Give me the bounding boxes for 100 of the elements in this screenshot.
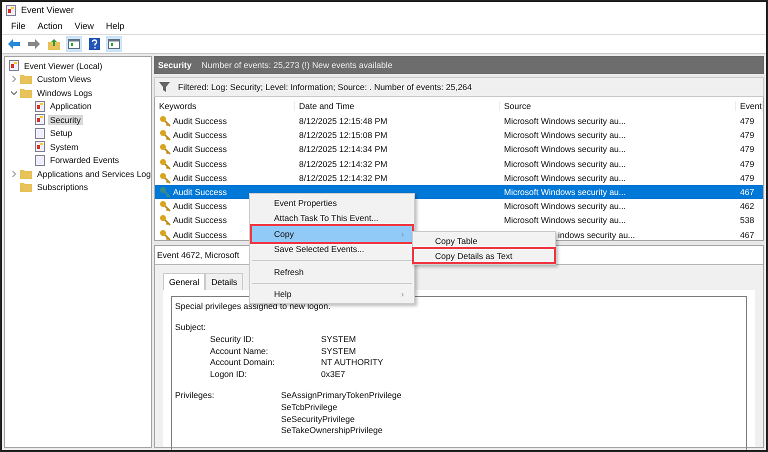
pane-icon: [68, 39, 80, 49]
table-cell[interactable]: Audit Success: [173, 144, 227, 154]
menu-item[interactable]: Attach Task To This Event...: [252, 210, 412, 226]
window-title: Event Viewer: [21, 5, 74, 15]
column-header[interactable]: Date and Time: [295, 100, 500, 110]
field-value: SeSecurityPrivilege: [281, 414, 355, 424]
page-icon: [35, 128, 45, 139]
tree-item[interactable]: Security: [48, 114, 83, 125]
table-cell: Microsoft Windows security au...: [504, 116, 626, 126]
filter-icon: [159, 82, 170, 92]
key-icon: [159, 200, 171, 212]
table-cell: Microsoft Windows security au...: [504, 158, 626, 169]
column-header[interactable]: Source: [500, 100, 736, 110]
key-icon: [159, 129, 171, 142]
table-cell[interactable]: Audit Success: [173, 130, 227, 140]
forward-button[interactable]: [26, 36, 42, 52]
table-cell[interactable]: Audit Success: [173, 172, 227, 183]
tree-item[interactable]: Forwarded Events: [48, 155, 121, 166]
field-value: NT AUTHORITY: [321, 357, 384, 368]
menu-item[interactable]: Action: [32, 21, 68, 31]
folder-icon: [20, 168, 32, 179]
table-cell: 8/12/2025 12:14:34 PM: [299, 144, 388, 154]
pane-icon: [108, 39, 120, 49]
table-cell: Microsoft Windows security au...: [504, 172, 626, 183]
field-value: SeTcbPrivilege: [281, 402, 338, 412]
tree-item[interactable]: Subscriptions: [35, 182, 90, 192]
field-name: Privileges:: [175, 390, 216, 400]
log-icon: [6, 4, 16, 16]
help-icon: [88, 38, 100, 50]
table-cell: Microsoft Windows security au...: [504, 187, 626, 198]
menu-item[interactable]: Help: [100, 21, 130, 31]
details-line: Subject:: [175, 322, 206, 332]
key-icon: [159, 214, 171, 226]
collapse-icon[interactable]: [11, 90, 17, 96]
menu-item[interactable]: Copy Table: [413, 233, 555, 248]
tree-item[interactable]: Application: [48, 101, 94, 112]
menu-item[interactable]: Help ›: [252, 286, 412, 302]
log-icon: [35, 100, 45, 112]
table-cell: Microsoft Windows security au...: [504, 144, 626, 154]
menu-item[interactable]: Refresh: [252, 264, 412, 280]
expand-icon[interactable]: [11, 170, 17, 177]
key-icon: [159, 115, 171, 128]
tree-item[interactable]: Event Viewer (Local): [22, 60, 104, 71]
submenu-arrow: ›: [401, 228, 404, 239]
toolbar-button[interactable]: [66, 36, 82, 52]
key-icon: [159, 172, 171, 184]
table-cell: 8/12/2025 12:14:32 PM: [299, 158, 388, 169]
menu-item[interactable]: File: [6, 21, 31, 31]
column-header[interactable]: Keywords: [155, 100, 295, 110]
table-cell[interactable]: Audit Success: [173, 215, 227, 226]
table-cell: 467: [740, 230, 754, 240]
column-header[interactable]: Event: [736, 100, 763, 110]
page-icon: [35, 154, 45, 166]
event-count: Number of events: 25,273 (!) New events available: [202, 60, 392, 70]
toolbar-button[interactable]: [46, 36, 62, 52]
table-cell[interactable]: Audit Success: [173, 201, 227, 212]
tree-item[interactable]: Applications and Services Log: [35, 168, 151, 179]
field-name: Account Domain:: [210, 357, 276, 368]
table-cell[interactable]: Audit Success: [173, 116, 227, 126]
table-cell: 479: [740, 116, 754, 126]
menu-item[interactable]: Save Selected Events...: [252, 242, 412, 257]
tree-item[interactable]: Setup: [48, 128, 74, 138]
table-cell: 538: [740, 215, 754, 226]
table-cell: Microsoft Windows security au...: [504, 130, 626, 140]
menu-item[interactable]: Copy ›: [252, 226, 412, 242]
table-cell[interactable]: Audit Success: [173, 158, 227, 169]
tree-item[interactable]: System: [48, 142, 80, 152]
table-cell: 479: [740, 172, 754, 183]
filter-text: Filtered: Log: Security; Level: Information; Source: . Number of events: 25,264: [178, 82, 472, 92]
menu-item[interactable]: Event Properties: [252, 195, 412, 210]
folder-icon: [20, 88, 32, 98]
back-arrow-icon: [8, 39, 20, 49]
tree-item[interactable]: Custom Views: [35, 74, 94, 84]
menu-item[interactable]: View: [70, 21, 99, 31]
help-button[interactable]: [86, 36, 102, 52]
table-cell: Microsoft Windows security au...: [504, 201, 626, 212]
submenu-arrow: ›: [401, 289, 404, 300]
key-icon: [159, 158, 171, 170]
field-value: SYSTEM: [321, 334, 356, 344]
menu-item[interactable]: Copy Details as Text: [413, 248, 555, 263]
field-name: Logon ID:: [210, 368, 248, 379]
tab[interactable]: Details: [205, 273, 244, 290]
field-value: SeAssignPrimaryTokenPrivilege: [281, 390, 402, 400]
table-cell: 8/12/2025 12:14:32 PM: [299, 172, 388, 183]
expand-icon[interactable]: [11, 76, 17, 82]
toolbar-button[interactable]: [106, 36, 122, 52]
event-title: Event 4672, Microsoft: [157, 250, 240, 260]
tree-item[interactable]: Windows Logs: [35, 88, 94, 98]
log-icon: [35, 141, 45, 152]
table-cell[interactable]: Audit Success: [173, 230, 227, 240]
folder-icon: [20, 74, 32, 84]
field-name: Account Name:: [210, 346, 270, 356]
table-cell: 8/12/2025 12:15:08 PM: [299, 130, 388, 140]
table-cell: 479: [740, 158, 754, 169]
table-cell: Microsoft Windows security au...: [504, 215, 626, 226]
table-cell[interactable]: Audit Success: [173, 187, 227, 198]
key-icon: [159, 143, 171, 156]
table-cell: 462: [740, 201, 754, 212]
key-icon: [159, 186, 171, 198]
tab[interactable]: General: [163, 273, 206, 290]
